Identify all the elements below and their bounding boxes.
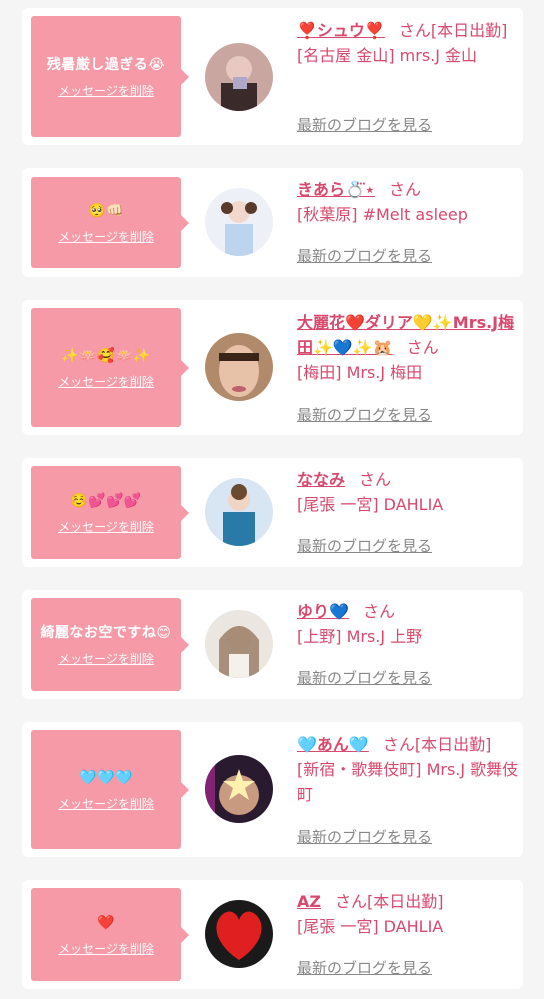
shop-name: [名古屋 金山] mrs.J 金山	[297, 46, 478, 65]
delete-message-link[interactable]: メッセージを削除	[58, 82, 154, 99]
message-card: 残暑厳し過ぎる😭 メッセージを削除 ❣️シュウ❣️ さん[本日出勤] [名古屋 金…	[22, 8, 523, 145]
avatar[interactable]	[205, 188, 273, 256]
delete-message-link[interactable]: メッセージを削除	[58, 795, 154, 812]
message-card: 🥺👊🏻 メッセージを削除 きあら💍⃛⋆ さん [秋葉原] #Melt asleep…	[22, 168, 523, 277]
message-text: ☺️💕💕💕	[70, 493, 142, 509]
delete-message-link[interactable]: メッセージを削除	[58, 650, 154, 667]
message-text: ❤️	[97, 915, 115, 931]
message-card: 綺麗なお空ですね😊 メッセージを削除 ゆり💙 さん [上野] Mrs.J 上野 最…	[22, 590, 523, 699]
cast-name-link[interactable]: きあら💍⃛⋆	[297, 180, 375, 199]
honorific: さん	[359, 470, 392, 489]
shop-name: [上野] Mrs.J 上野	[297, 627, 423, 646]
today-badge: [本日出勤]	[414, 735, 492, 754]
delete-message-link[interactable]: メッセージを削除	[58, 228, 154, 245]
message-card: ❤️ メッセージを削除 AZ さん[本日出勤] [尾張 一宮] DAHLIA 最新…	[22, 880, 523, 989]
message-card: 🩵🩵🩵 メッセージを削除 🩵あん🩵 さん[本日出勤] [新宿・歌舞伎町] Mrs.…	[22, 722, 523, 857]
avatar[interactable]	[205, 755, 273, 823]
delete-message-link[interactable]: メッセージを削除	[58, 373, 154, 390]
today-badge: [本日出勤]	[430, 21, 508, 40]
today-badge: [本日出勤]	[367, 892, 444, 911]
avatar[interactable]	[205, 478, 273, 546]
shop-name: [秋葉原] #Melt asleep	[297, 205, 468, 224]
cast-name-link[interactable]: ななみ	[297, 470, 345, 489]
latest-blog-link[interactable]: 最新のブログを見る	[297, 826, 432, 847]
latest-blog-link[interactable]: 最新のブログを見る	[297, 535, 432, 556]
avatar[interactable]	[205, 900, 273, 968]
message-text: 綺麗なお空ですね😊	[40, 625, 172, 641]
avatar[interactable]	[205, 333, 273, 401]
message-text: 残暑厳し過ぎる😭	[46, 57, 166, 73]
honorific: さん	[398, 21, 431, 40]
cast-name-link[interactable]: 大麗花❤️ダリア💛✨Mrs.J梅田✨💙✨🐹	[297, 313, 514, 357]
message-text: 🩵🩵🩵	[79, 770, 133, 786]
message-bubble: 🩵🩵🩵 メッセージを削除	[31, 730, 189, 849]
latest-blog-link[interactable]: 最新のブログを見る	[297, 667, 432, 688]
message-bubble: 🥺👊🏻 メッセージを削除	[31, 177, 189, 268]
honorific: さん	[382, 735, 415, 754]
message-card: ✨🪷🥰🪷✨ メッセージを削除 大麗花❤️ダリア💛✨Mrs.J梅田✨💙✨🐹 さん […	[22, 300, 523, 435]
honorific: さん	[334, 892, 367, 911]
avatar[interactable]	[205, 43, 273, 111]
honorific: さん	[362, 602, 395, 621]
shop-name: [新宿・歌舞伎町] Mrs.J 歌舞伎町	[297, 760, 519, 804]
message-text: 🥺👊🏻	[88, 203, 124, 219]
shop-name: [梅田] Mrs.J 梅田	[297, 363, 423, 382]
message-bubble: ✨🪷🥰🪷✨ メッセージを削除	[31, 308, 189, 427]
avatar[interactable]	[205, 610, 273, 678]
cast-name-link[interactable]: ゆり💙	[297, 602, 349, 621]
delete-message-link[interactable]: メッセージを削除	[58, 940, 154, 957]
cast-name-link[interactable]: AZ	[297, 892, 321, 911]
message-bubble: ❤️ メッセージを削除	[31, 888, 189, 981]
shop-name: [尾張 一宮] DAHLIA	[297, 495, 444, 514]
latest-blog-link[interactable]: 最新のブログを見る	[297, 404, 432, 425]
cast-name-link[interactable]: 🩵あん🩵	[297, 735, 369, 754]
delete-message-link[interactable]: メッセージを削除	[58, 518, 154, 535]
shop-name: [尾張 一宮] DAHLIA	[297, 917, 444, 936]
message-bubble: 綺麗なお空ですね😊 メッセージを削除	[31, 598, 189, 691]
latest-blog-link[interactable]: 最新のブログを見る	[297, 957, 432, 978]
honorific: さん	[388, 180, 421, 199]
message-card: ☺️💕💕💕 メッセージを削除 ななみ さん [尾張 一宮] DAHLIA 最新のブ…	[22, 458, 523, 567]
honorific: さん	[406, 338, 439, 357]
latest-blog-link[interactable]: 最新のブログを見る	[297, 245, 432, 266]
message-bubble: 残暑厳し過ぎる😭 メッセージを削除	[31, 16, 189, 137]
message-text: ✨🪷🥰🪷✨	[61, 348, 151, 364]
cast-name-link[interactable]: ❣️シュウ❣️	[297, 21, 385, 40]
message-bubble: ☺️💕💕💕 メッセージを削除	[31, 466, 189, 559]
latest-blog-link[interactable]: 最新のブログを見る	[297, 114, 432, 135]
